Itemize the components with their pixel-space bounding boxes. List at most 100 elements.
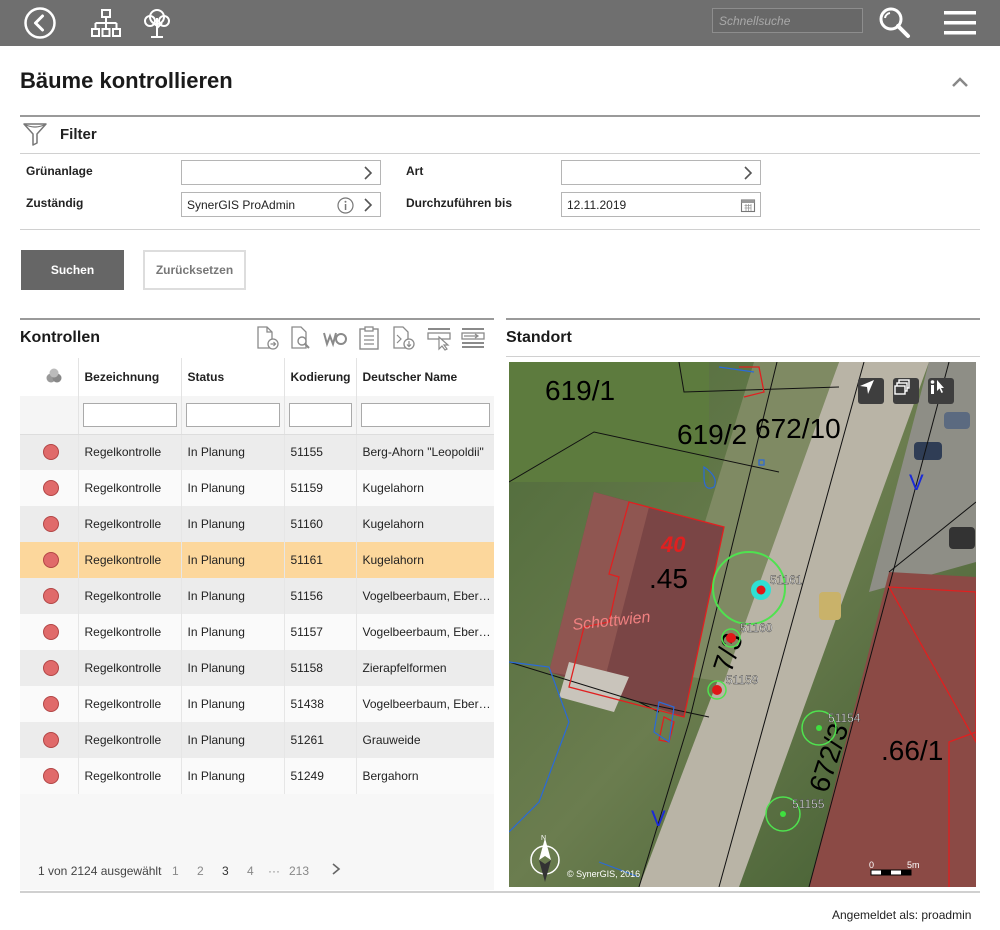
car bbox=[914, 442, 942, 460]
identify-info-icon[interactable] bbox=[928, 378, 954, 404]
next-page-chevron-icon[interactable] bbox=[330, 862, 342, 879]
house-number-label: 40 bbox=[660, 532, 686, 557]
page-link[interactable]: 4 bbox=[247, 864, 254, 878]
map-canvas[interactable]: 619/1 619/2 672/10 .45 .66/1 672/3 7/3 4… bbox=[509, 362, 976, 887]
status-dot-icon bbox=[43, 588, 59, 604]
tree-id-label: 51160 bbox=[740, 621, 773, 635]
tree-id-label: 51154 bbox=[828, 711, 861, 725]
cell-bezeichnung: Regelkontrolle bbox=[78, 506, 182, 542]
column-header-deutscher-name[interactable]: Deutscher Name bbox=[356, 358, 494, 396]
logged-in-status: Angemeldet als: proadmin bbox=[832, 908, 972, 922]
cell-deutscher-name: Kugelahorn bbox=[356, 506, 494, 542]
column-header-bezeichnung[interactable]: Bezeichnung bbox=[78, 358, 182, 396]
cell-status: In Planung bbox=[181, 650, 285, 686]
layers-icon[interactable] bbox=[893, 378, 919, 404]
deutscher-name-filter-input[interactable] bbox=[360, 402, 490, 427]
cell-status: In Planung bbox=[181, 614, 285, 650]
table-row[interactable]: Regelkontrolle In Planung 51261 Grauweide bbox=[20, 722, 494, 758]
status-column-header[interactable] bbox=[20, 358, 79, 396]
scale-label: 5m bbox=[907, 860, 920, 870]
tree-icon[interactable] bbox=[139, 5, 175, 41]
parcel-label: 619/1 bbox=[545, 375, 615, 406]
table-row[interactable]: Regelkontrolle In Planung 51158 Zierapfelfo… bbox=[20, 650, 494, 686]
status-dot-icon bbox=[43, 624, 59, 640]
art-field[interactable] bbox=[561, 160, 761, 185]
table-row[interactable]: Regelkontrolle In Planung 51160 Kugelahorn bbox=[20, 506, 494, 542]
tree-point bbox=[726, 633, 736, 643]
chevron-right-icon[interactable] bbox=[360, 165, 376, 181]
status-dot-icon bbox=[43, 552, 59, 568]
durchzufuehren-value: 12.11.2019 bbox=[567, 198, 627, 212]
quick-search-input[interactable] bbox=[712, 8, 863, 33]
gruenanlage-label: Grünanlage bbox=[26, 164, 93, 178]
calendar-icon[interactable] bbox=[740, 197, 756, 213]
filter-cell bbox=[78, 396, 182, 435]
map-view[interactable]: 619/1 619/2 672/10 .45 .66/1 672/3 7/3 4… bbox=[509, 362, 976, 887]
table-row[interactable]: Regelkontrolle In Planung 51155 Berg-Ahorn … bbox=[20, 434, 494, 470]
table-row[interactable]: Regelkontrolle In Planung 51161 Kugelahorn bbox=[20, 542, 494, 578]
table-row[interactable]: Regelkontrolle In Planung 51156 Vogelbeerba… bbox=[20, 578, 494, 614]
chevron-right-icon[interactable] bbox=[740, 165, 756, 181]
gruenanlage-field[interactable] bbox=[181, 160, 381, 185]
cell-deutscher-name: Vogelbeerbaum, Eberesche bbox=[356, 614, 494, 650]
divider bbox=[506, 318, 980, 320]
zustaendig-label: Zuständig bbox=[26, 196, 84, 210]
cell-status: In Planung bbox=[181, 542, 285, 578]
status-dot-cell bbox=[20, 470, 79, 506]
durchzufuehren-date-field[interactable]: 12.11.2019 bbox=[561, 192, 761, 217]
back-arrow-circle-icon[interactable] bbox=[22, 5, 58, 41]
tree-point bbox=[712, 685, 722, 695]
divider bbox=[506, 356, 980, 357]
bezeichnung-filter-input[interactable] bbox=[82, 402, 177, 427]
select-cursor-icon[interactable] bbox=[426, 325, 452, 351]
magnifier-icon[interactable] bbox=[876, 5, 912, 41]
cell-status: In Planung bbox=[181, 578, 285, 614]
tree-point bbox=[780, 811, 786, 817]
column-header-status[interactable]: Status bbox=[181, 358, 285, 396]
collapse-chevron-up-icon[interactable] bbox=[948, 70, 972, 94]
table-row[interactable]: Regelkontrolle In Planung 51157 Vogelbeerba… bbox=[20, 614, 494, 650]
car bbox=[949, 527, 975, 549]
info-icon[interactable] bbox=[337, 197, 354, 214]
hierarchy-icon[interactable] bbox=[88, 5, 124, 41]
hamburger-menu-icon[interactable] bbox=[942, 5, 978, 41]
workflow-icon[interactable] bbox=[322, 325, 348, 351]
tree-point bbox=[756, 585, 766, 595]
parcel-label: 619/2 bbox=[677, 419, 747, 450]
list-arrow-icon[interactable] bbox=[460, 325, 486, 351]
clipboard-icon[interactable] bbox=[356, 325, 382, 351]
divider bbox=[20, 115, 980, 117]
cell-deutscher-name: Grauweide bbox=[356, 722, 494, 758]
table-row[interactable]: Regelkontrolle In Planung 51249 Bergahorn bbox=[20, 758, 494, 794]
table-row[interactable]: Regelkontrolle In Planung 51159 Kugelahorn bbox=[20, 470, 494, 506]
cell-status: In Planung bbox=[181, 506, 285, 542]
cell-bezeichnung: Regelkontrolle bbox=[78, 578, 182, 614]
navigate-arrow-icon[interactable] bbox=[858, 378, 884, 404]
kodierung-filter-input[interactable] bbox=[288, 402, 352, 427]
kontrollen-title: Kontrollen bbox=[20, 329, 100, 346]
page-link[interactable]: 2 bbox=[197, 864, 204, 878]
reset-button[interactable]: Zurücksetzen bbox=[143, 250, 246, 290]
page-link-current[interactable]: 3 bbox=[222, 864, 229, 878]
status-dot-icon bbox=[43, 660, 59, 676]
search-button[interactable]: Suchen bbox=[21, 250, 124, 290]
status-dot-cell bbox=[20, 578, 79, 614]
status-filter-input[interactable] bbox=[185, 402, 280, 427]
kontrollen-table: Bezeichnung Status Kodierung Deutscher N… bbox=[20, 358, 494, 890]
top-bar bbox=[0, 0, 1000, 46]
page-title: Bäume kontrollieren bbox=[20, 68, 233, 93]
document-search-icon[interactable] bbox=[288, 325, 314, 351]
status-dot-cell bbox=[20, 614, 79, 650]
page-link[interactable]: 213 bbox=[289, 864, 309, 878]
table-row[interactable]: Regelkontrolle In Planung 51438 Vogelbeerba… bbox=[20, 686, 494, 722]
status-dot-icon bbox=[43, 768, 59, 784]
chevron-right-icon[interactable] bbox=[360, 197, 376, 213]
document-export-icon[interactable] bbox=[254, 325, 280, 351]
status-dot-cell bbox=[20, 650, 79, 686]
cell-kodierung: 51160 bbox=[284, 506, 357, 542]
cell-bezeichnung: Regelkontrolle bbox=[78, 614, 182, 650]
column-header-kodierung[interactable]: Kodierung bbox=[284, 358, 357, 396]
page-link[interactable]: 1 bbox=[172, 864, 179, 878]
zustaendig-field[interactable]: SynerGIS ProAdmin bbox=[181, 192, 381, 217]
document-download-icon[interactable] bbox=[390, 325, 416, 351]
